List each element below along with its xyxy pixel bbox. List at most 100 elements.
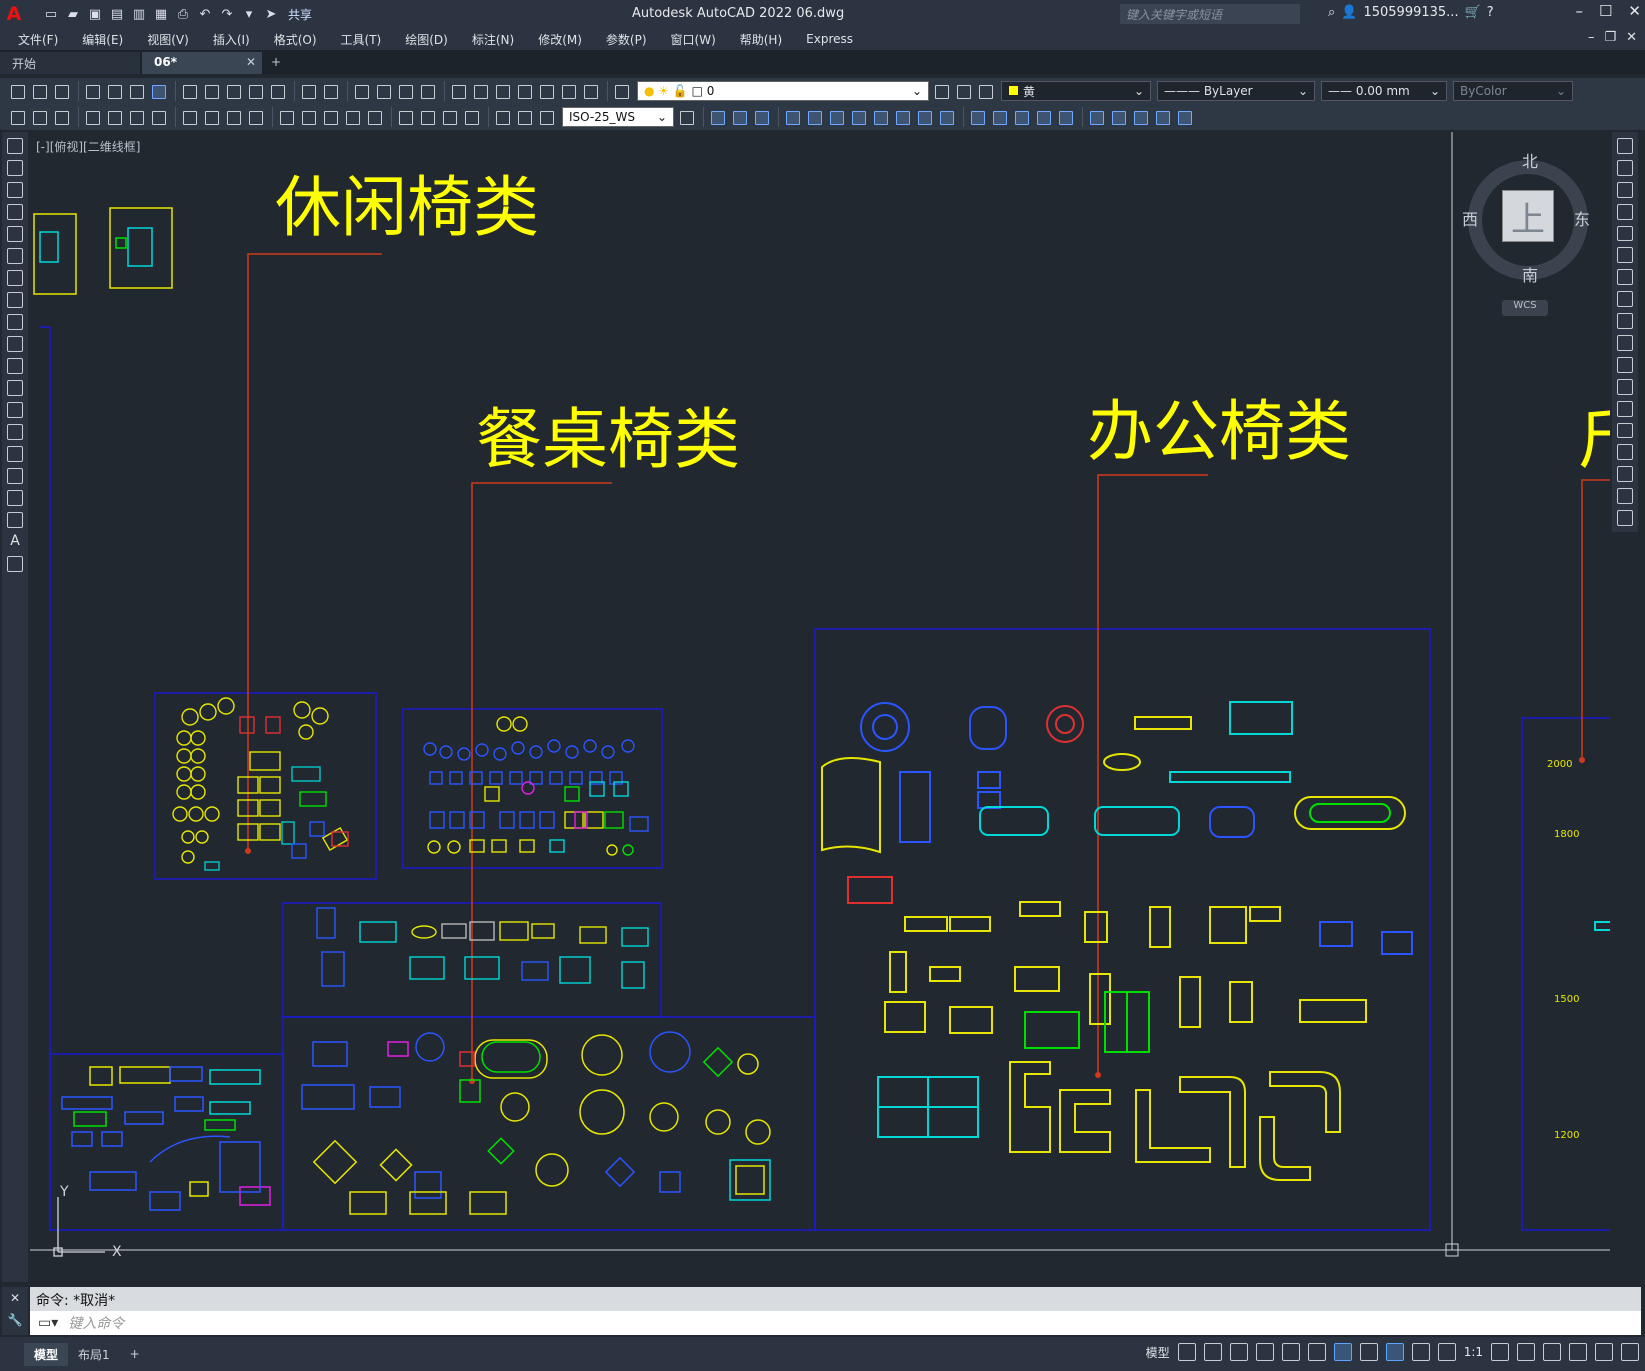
dim-linear-icon[interactable] [83,108,101,126]
fillet-icon[interactable] [1617,466,1633,483]
object-snap-icon[interactable] [1333,1343,1352,1361]
close-command-icon[interactable]: ✕ [2,1291,28,1305]
viewcube-top-face[interactable]: 上 [1502,190,1554,242]
share-label[interactable]: 共享 [288,6,312,23]
calculator-icon[interactable] [559,82,577,100]
menu-express[interactable]: Express [806,32,853,46]
trim-icon[interactable] [1617,335,1633,351]
separate-icon[interactable] [1012,108,1030,126]
stretch-icon[interactable] [1617,313,1633,330]
tool-palettes-icon[interactable] [493,82,511,100]
menu-window[interactable]: 窗口(W) [671,31,716,48]
cart-icon[interactable]: 🛒 [1465,5,1481,20]
spline-icon[interactable] [7,314,23,330]
preview-icon[interactable] [105,82,123,100]
construction-line-icon[interactable] [7,160,23,176]
3d-dwf-icon[interactable] [149,82,167,100]
drawing-canvas[interactable]: 2000 1800 1500 1200 休闲椅类 餐桌椅类 办公椅类 斤 Y X [30,132,1610,1280]
zoom-previous-icon[interactable] [418,82,436,100]
shell-icon[interactable] [1034,108,1052,126]
scale-icon[interactable] [1617,291,1633,308]
menu-help[interactable]: 帮助(H) [740,31,782,48]
polyline-icon[interactable] [7,182,23,198]
boolean-subtract-icon[interactable] [730,108,748,126]
menu-dimension[interactable]: 标注(N) [472,31,514,48]
lineweight-icon[interactable] [1359,1343,1378,1361]
workspace-gear-icon[interactable] [1491,1343,1509,1361]
open-icon[interactable] [30,82,48,100]
layer-previous-icon[interactable] [954,82,972,100]
compass-south[interactable]: 南 [1522,262,1538,286]
extrude-faces-icon[interactable] [783,108,801,126]
dim-radius-icon[interactable] [180,108,198,126]
redo-toolbar-icon[interactable] [321,82,339,100]
redo-icon[interactable]: ↷ [218,5,236,23]
pan-icon[interactable] [352,82,370,100]
menu-format[interactable]: 格式(O) [274,31,317,48]
polygon-icon[interactable] [7,204,23,220]
make-block-icon[interactable] [7,402,23,418]
customize-wrench-icon[interactable]: 🔧 [2,1313,28,1327]
tab-start[interactable]: 开始 [0,52,140,74]
clean-screen-icon[interactable] [1595,1343,1613,1361]
add-layout-button[interactable]: + [120,1344,150,1364]
inspection-icon[interactable] [440,108,458,126]
close-button[interactable]: ✕ [1628,2,1641,20]
erase-icon[interactable] [1617,138,1633,154]
menu-edit[interactable]: 编辑(E) [82,31,123,48]
slice-icon[interactable] [1109,108,1127,126]
circle-icon[interactable] [7,270,23,286]
maximize-button[interactable]: ☐ [1599,2,1612,20]
multileader-style-icon[interactable] [52,108,70,126]
revision-cloud-icon[interactable] [7,292,23,308]
zoom-window-icon[interactable] [396,82,414,100]
offset-faces-icon[interactable] [827,108,845,126]
layer-properties-icon[interactable] [612,82,630,100]
command-input[interactable]: ▭▾ 键入命令 [30,1311,1641,1335]
paste-icon[interactable] [224,82,242,100]
isodraft-icon[interactable] [1281,1343,1300,1361]
search-input[interactable]: 键入关键字或短语 [1120,4,1300,24]
color-dropdown[interactable]: 黄 ⌄ [1001,81,1151,101]
viewport-controls-label[interactable]: [-][俯视][二维线框] [36,138,140,155]
autocad-logo-icon[interactable]: A [0,0,28,28]
viewcube[interactable]: 上 北 南 东 西 WCS [1460,148,1600,318]
compass-north[interactable]: 北 [1522,148,1538,172]
help-toolbar-icon[interactable] [581,82,599,100]
menu-tools[interactable]: 工具(T) [341,31,382,48]
doc-minimize-button[interactable]: – [1588,30,1595,45]
menu-draw[interactable]: 绘图(D) [405,31,448,48]
add-selected-icon[interactable] [7,556,23,572]
doc-close-button[interactable]: ✕ [1626,30,1637,45]
help-icon[interactable]: ? [1487,5,1494,20]
menu-modify[interactable]: 修改(M) [538,31,582,48]
table-icon[interactable] [7,512,23,528]
share-icon[interactable]: ➤ [262,5,280,23]
thicken-icon[interactable] [1175,108,1193,126]
dim-angular-icon[interactable] [246,108,264,126]
tolerance-icon[interactable] [396,108,414,126]
dim-text-edit-icon[interactable] [515,108,533,126]
join-icon[interactable] [1617,422,1633,439]
compass-east[interactable]: 东 [1574,206,1590,230]
block-editor-icon[interactable] [268,82,286,100]
annotation-scale-icon[interactable] [1437,1343,1456,1361]
interference-icon[interactable] [1131,108,1149,126]
grid-icon[interactable] [1177,1343,1196,1361]
delete-faces-icon[interactable] [849,108,867,126]
text-style-icon[interactable] [8,108,26,126]
open-file-icon[interactable]: ▰ [64,5,82,23]
customize-dropdown-icon[interactable]: ▾ [240,5,258,23]
taper-faces-icon[interactable] [893,108,911,126]
copy-object-icon[interactable] [1617,159,1633,176]
lineweight-dropdown[interactable]: —— 0.00 mm ⌄ [1321,81,1447,101]
insert-block-icon[interactable] [7,380,23,396]
ellipse-arc-icon[interactable] [7,358,23,374]
tab-model[interactable]: 模型 [24,1342,69,1366]
command-prompt-icon[interactable]: ▭▾ [38,1315,58,1331]
model-space-label[interactable]: 模型 [1146,1344,1170,1361]
dim-space-icon[interactable] [343,108,361,126]
gradient-icon[interactable] [7,468,23,484]
dim-edit-icon[interactable] [493,108,511,126]
match-properties-icon[interactable] [246,82,264,100]
